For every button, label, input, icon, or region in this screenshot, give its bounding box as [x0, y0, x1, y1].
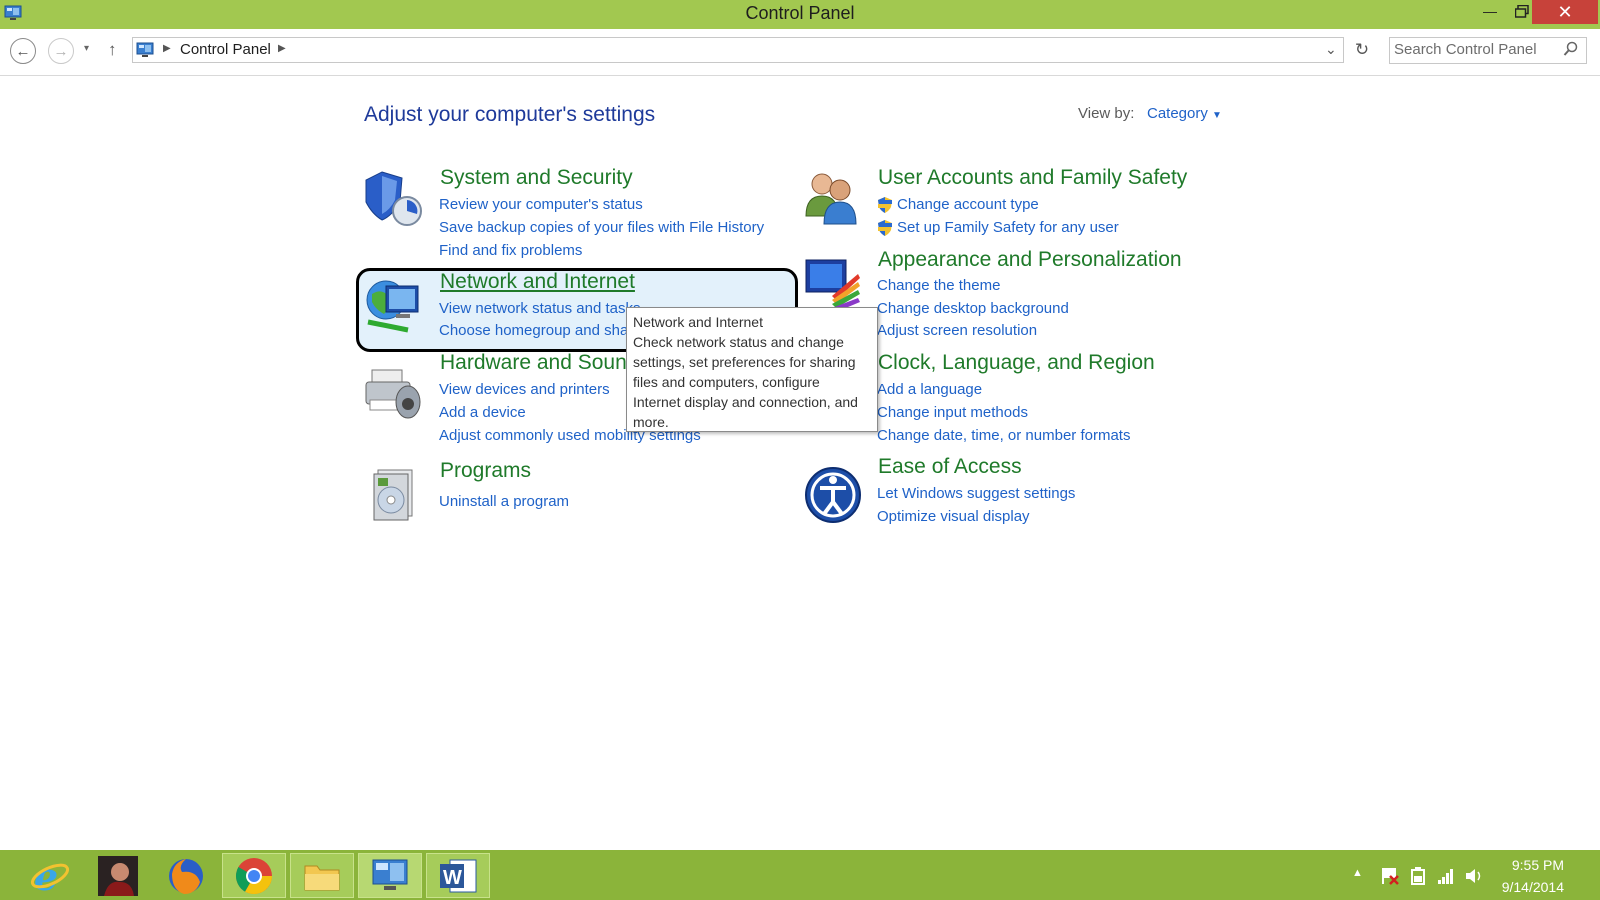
control-panel-location-icon [136, 42, 154, 58]
svg-text:W: W [443, 867, 462, 889]
network-and-internet-icon[interactable] [364, 274, 426, 336]
refresh-button[interactable]: ↻ [1350, 38, 1374, 62]
chevron-down-icon: ▾ [84, 43, 90, 54]
link-optimize-visual-display[interactable]: Optimize visual display [877, 508, 1030, 525]
taskbar-firefox[interactable] [154, 853, 218, 898]
link-adjust-screen-resolution[interactable]: Adjust screen resolution [877, 322, 1037, 339]
link-family-safety[interactable]: Set up Family Safety for any user [897, 219, 1119, 236]
word-icon: W [440, 859, 477, 892]
taskbar-user-photo[interactable] [86, 853, 150, 898]
link-change-desktop-background[interactable]: Change desktop background [877, 300, 1069, 317]
category-title-ease-of-access[interactable]: Ease of Access [878, 455, 1022, 479]
network-signal-icon[interactable] [1436, 866, 1456, 886]
control-panel-icon [372, 859, 408, 890]
breadcrumb-separator-icon[interactable]: ▶ [163, 43, 171, 54]
chevron-down-icon: ⌄ [1325, 41, 1337, 57]
category-title-clock-language-region[interactable]: Clock, Language, and Region [878, 351, 1155, 375]
ease-of-access-icon[interactable] [804, 466, 866, 528]
programs-icon[interactable] [364, 464, 426, 526]
link-change-date-time-formats[interactable]: Change date, time, or number formats [877, 427, 1130, 444]
link-review-computer-status[interactable]: Review your computer's status [439, 196, 643, 213]
tooltip-body: Check network status and change settings… [633, 334, 858, 430]
minimize-icon: — [1483, 3, 1497, 19]
link-add-a-language[interactable]: Add a language [877, 381, 982, 398]
user-photo-icon [98, 855, 138, 896]
tooltip-title: Network and Internet [633, 314, 763, 330]
link-change-account-type[interactable]: Change account type [897, 196, 1039, 213]
close-button[interactable]: ✕ [1532, 0, 1598, 24]
address-dropdown-button[interactable]: ⌄ [1325, 41, 1337, 58]
user-accounts-icon[interactable] [802, 168, 864, 230]
search-input[interactable] [1394, 41, 1554, 58]
chevron-up-icon: ▲ [1352, 867, 1363, 879]
up-button[interactable]: ↑ [108, 40, 117, 60]
clock-time[interactable]: 9:55 PM [1494, 857, 1564, 873]
window-title: Control Panel [745, 3, 855, 23]
view-by-dropdown[interactable]: Category ▼ [1147, 105, 1222, 122]
search-icon[interactable] [1563, 41, 1579, 57]
category-title-programs[interactable]: Programs [440, 459, 531, 483]
link-change-theme[interactable]: Change the theme [877, 277, 1000, 294]
forward-button[interactable]: → [48, 38, 74, 64]
taskbar-chrome[interactable] [222, 853, 286, 898]
category-title-hardware-and-sound[interactable]: Hardware and Sound [440, 351, 638, 375]
link-view-devices-printers[interactable]: View devices and printers [439, 381, 610, 398]
recent-locations-button[interactable]: ▾ [84, 43, 89, 54]
clock-date[interactable]: 9/14/2014 [1494, 879, 1564, 895]
link-find-and-fix-problems[interactable]: Find and fix problems [439, 242, 582, 259]
category-title-appearance-personalization[interactable]: Appearance and Personalization [878, 248, 1182, 272]
category-title-user-accounts[interactable]: User Accounts and Family Safety [878, 166, 1187, 190]
page-title: Adjust your computer's settings [364, 103, 656, 126]
back-arrow-icon: ← [15, 42, 31, 60]
link-uninstall-program[interactable]: Uninstall a program [439, 493, 569, 510]
dropdown-arrow-icon: ▼ [1212, 110, 1222, 121]
breadcrumb-chevron-icon[interactable]: ▶ [278, 43, 286, 54]
system-and-security-icon[interactable] [364, 168, 426, 230]
taskbar-control-panel[interactable] [358, 853, 422, 898]
taskbar-word[interactable]: W [426, 853, 490, 898]
minimize-button[interactable]: — [1474, 0, 1506, 22]
chrome-icon [235, 857, 272, 894]
link-view-network-status[interactable]: View network status and tasks [439, 300, 641, 317]
link-change-input-methods[interactable]: Change input methods [877, 404, 1028, 421]
uac-shield-icon [877, 196, 893, 214]
power-icon[interactable] [1408, 866, 1428, 886]
view-by-label: View by: [1078, 105, 1135, 122]
folder-icon [304, 865, 340, 890]
breadcrumb[interactable]: Control Panel [180, 41, 271, 58]
volume-icon[interactable] [1464, 866, 1484, 886]
refresh-icon: ↻ [1354, 40, 1370, 59]
forward-arrow-icon: → [53, 42, 69, 60]
link-add-a-device[interactable]: Add a device [439, 404, 526, 421]
hardware-and-sound-icon[interactable] [364, 360, 426, 422]
up-arrow-icon: ↑ [108, 40, 117, 59]
link-windows-suggest-settings[interactable]: Let Windows suggest settings [877, 485, 1075, 502]
action-center-icon[interactable] [1380, 866, 1400, 886]
category-title-network-and-internet[interactable]: Network and Internet [440, 270, 635, 294]
uac-shield-icon [877, 219, 893, 237]
link-file-history-backup[interactable]: Save backup copies of your files with Fi… [439, 219, 764, 236]
tooltip: Network and Internet Check network statu… [626, 307, 878, 432]
category-title-system-and-security[interactable]: System and Security [440, 166, 633, 190]
close-icon: ✕ [1557, 1, 1573, 22]
address-bar[interactable] [132, 37, 1344, 63]
show-hidden-icons-button[interactable]: ▲ [1352, 867, 1363, 879]
taskbar-file-explorer[interactable] [290, 853, 354, 898]
restore-icon [1515, 4, 1529, 18]
view-by-value: Category [1147, 105, 1208, 122]
back-button[interactable]: ← [10, 38, 36, 64]
taskbar-internet-explorer[interactable]: e [18, 853, 82, 898]
internet-explorer-icon: e [30, 856, 70, 896]
firefox-icon [169, 858, 203, 894]
